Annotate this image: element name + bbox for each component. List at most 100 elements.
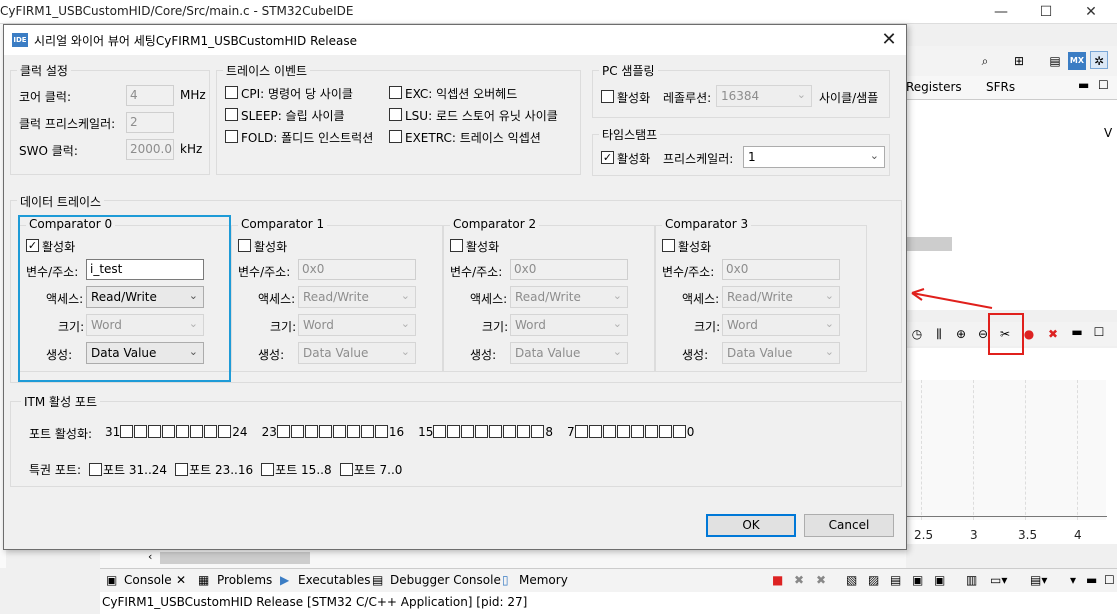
minimize-graph-icon[interactable]: ▬ <box>1068 323 1086 341</box>
core-clock-field[interactable]: 4 <box>126 85 174 106</box>
close-window-button[interactable]: ✕ <box>1076 2 1106 22</box>
comparator-enable-checkbox[interactable] <box>238 239 251 252</box>
generate-select[interactable]: Data Value ⌄ <box>298 342 416 364</box>
tab-registers[interactable]: Registers <box>906 80 962 94</box>
remove-all-icon[interactable]: ✖ <box>816 573 826 587</box>
generate-select[interactable]: Data Value ⌄ <box>722 342 840 364</box>
port-checkbox[interactable] <box>475 425 489 438</box>
ide-perspective-icon[interactable]: ▤ <box>1046 52 1064 70</box>
variable-address-input[interactable]: 0x0 <box>722 259 840 280</box>
port-checkbox[interactable] <box>346 425 360 438</box>
port-checkbox[interactable] <box>588 425 602 438</box>
new-console-icon[interactable]: ▤▾ <box>1030 573 1047 587</box>
minimize-view-icon[interactable]: ▬ <box>1078 78 1089 92</box>
bars-icon[interactable]: ⫼ <box>930 325 948 343</box>
cancel-button[interactable]: Cancel <box>804 514 894 537</box>
ok-button[interactable]: OK <box>706 514 796 537</box>
port-checkbox[interactable] <box>360 425 374 438</box>
port-checkbox[interactable] <box>318 425 332 438</box>
tab-sfrs[interactable]: SFRs <box>986 80 1015 94</box>
minimize-button[interactable]: — <box>986 2 1016 22</box>
port-checkbox[interactable] <box>148 425 162 438</box>
timestamp-prescaler-select[interactable]: 1 ⌄ <box>743 146 885 168</box>
variable-address-input[interactable]: 0x0 <box>298 259 416 280</box>
close-console-icon[interactable]: ✕ <box>176 573 186 587</box>
port-checkbox[interactable] <box>332 425 346 438</box>
exetrc-checkbox[interactable] <box>389 130 402 143</box>
port-checkbox[interactable] <box>290 425 304 438</box>
access-select[interactable]: Read/Write ⌄ <box>298 286 416 308</box>
port-checkbox[interactable] <box>602 425 616 438</box>
comparator-enable-checkbox[interactable] <box>662 239 675 252</box>
clock-icon[interactable]: ◷ <box>908 325 926 343</box>
remove-launch-icon[interactable]: ✖ <box>794 573 804 587</box>
port-checkbox[interactable] <box>204 425 218 438</box>
sleep-checkbox[interactable] <box>225 108 238 121</box>
port-checkbox[interactable] <box>176 425 190 438</box>
tab-executables[interactable]: Executables <box>298 573 371 587</box>
access-select[interactable]: Read/Write ⌄ <box>510 286 628 308</box>
port-checkbox[interactable] <box>190 425 204 438</box>
perspective-icon[interactable]: ⊞ <box>1010 52 1028 70</box>
clock-prescaler-field[interactable]: 2 <box>126 112 174 133</box>
word-wrap-icon[interactable]: ▤ <box>890 573 901 587</box>
port-checkbox[interactable] <box>644 425 658 438</box>
tab-memory[interactable]: Memory <box>519 573 568 587</box>
display-console-icon[interactable]: ▭▾ <box>990 573 1007 587</box>
port-checkbox[interactable] <box>461 425 475 438</box>
port-checkbox[interactable] <box>616 425 630 438</box>
port-checkbox[interactable] <box>517 425 531 438</box>
port-checkbox[interactable] <box>447 425 461 438</box>
maximize-button[interactable]: ☐ <box>1031 2 1061 22</box>
maximize-graph-icon[interactable]: ☐ <box>1090 323 1108 341</box>
pin-console-icon[interactable]: ▥ <box>966 573 977 587</box>
terminate-icon[interactable]: ■ <box>772 573 783 587</box>
size-select[interactable]: Word ⌄ <box>510 314 628 336</box>
scroll-left-icon[interactable]: ‹ <box>148 550 152 563</box>
port-checkbox[interactable] <box>630 425 644 438</box>
timestamp-enable-checkbox[interactable]: ✓ <box>601 151 614 164</box>
tab-debugger-console[interactable]: Debugger Console <box>390 573 501 587</box>
port-checkbox[interactable] <box>658 425 672 438</box>
port-checkbox[interactable] <box>120 425 134 438</box>
maximize-view-icon[interactable]: ☐ <box>1098 78 1109 92</box>
search-icon[interactable]: ⌕ <box>976 52 994 70</box>
privileged-port-checkbox[interactable] <box>89 463 102 476</box>
port-checkbox[interactable] <box>574 425 588 438</box>
show-stderr-icon[interactable]: ▣ <box>934 573 945 587</box>
horizontal-scrollbar-thumb[interactable] <box>906 237 952 251</box>
port-checkbox[interactable] <box>304 425 318 438</box>
mx-icon[interactable]: MX <box>1068 52 1086 70</box>
remove-icon[interactable]: ✖ <box>1044 325 1062 343</box>
port-checkbox[interactable] <box>531 425 545 438</box>
port-checkbox[interactable] <box>134 425 148 438</box>
generate-select[interactable]: Data Value ⌄ <box>510 342 628 364</box>
minimize-console-icon[interactable]: ▬ <box>1086 573 1097 587</box>
port-checkbox[interactable] <box>503 425 517 438</box>
port-checkbox[interactable] <box>162 425 176 438</box>
variable-address-input[interactable]: 0x0 <box>510 259 628 280</box>
resolution-select[interactable]: 16384 ⌄ <box>716 85 812 107</box>
pc-sampling-enable-checkbox[interactable] <box>601 90 614 103</box>
swo-clock-field[interactable]: 2000.0 <box>126 139 174 160</box>
clear-console-icon[interactable]: ▧ <box>846 573 857 587</box>
scroll-lock-icon[interactable]: ▨ <box>868 573 879 587</box>
maximize-console-icon[interactable]: ☐ <box>1104 573 1115 587</box>
port-checkbox[interactable] <box>374 425 388 438</box>
dialog-close-button[interactable]: ✕ <box>876 29 902 51</box>
editor-scrollbar-thumb[interactable] <box>160 552 310 564</box>
show-stdout-icon[interactable]: ▣ <box>912 573 923 587</box>
size-select[interactable]: Word ⌄ <box>298 314 416 336</box>
tab-console[interactable]: Console <box>124 573 172 587</box>
exc-checkbox[interactable] <box>389 86 402 99</box>
debug-perspective-icon[interactable]: ✲ <box>1090 51 1108 69</box>
privileged-port-checkbox[interactable] <box>175 463 189 476</box>
tab-problems[interactable]: Problems <box>217 573 272 587</box>
port-checkbox[interactable] <box>672 425 686 438</box>
comparator-enable-checkbox[interactable] <box>450 239 463 252</box>
view-menu-icon[interactable]: ▾ <box>1070 573 1076 587</box>
cpi-checkbox[interactable] <box>225 86 238 99</box>
port-checkbox[interactable] <box>489 425 503 438</box>
port-checkbox[interactable] <box>433 425 447 438</box>
privileged-port-checkbox[interactable] <box>339 463 353 476</box>
